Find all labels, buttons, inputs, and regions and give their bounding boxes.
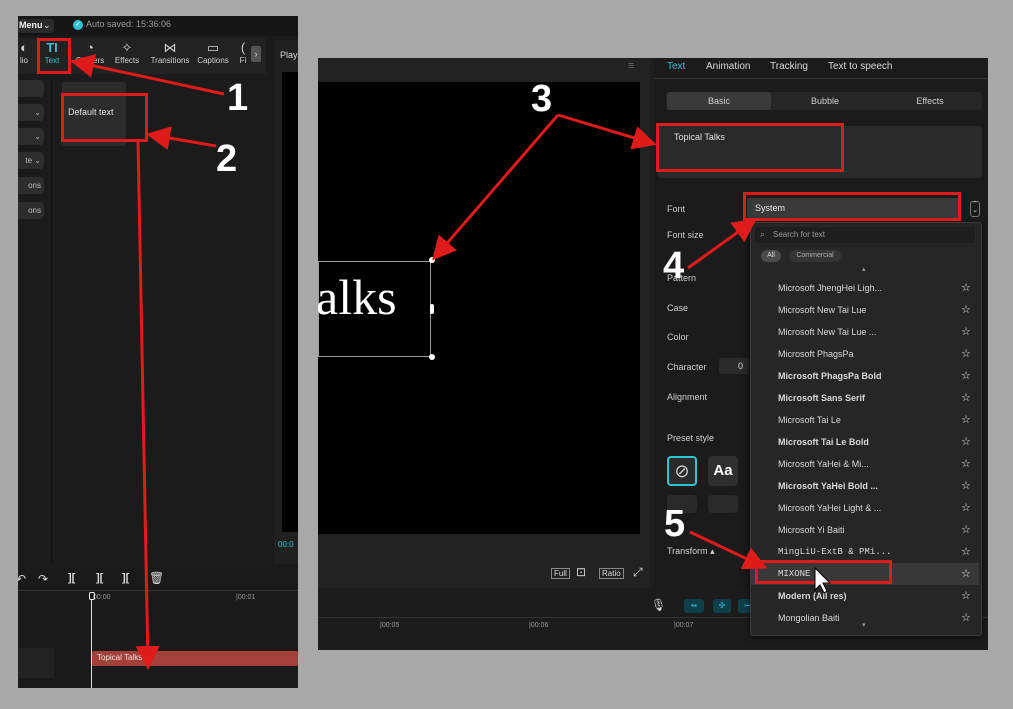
arrow-1 — [70, 54, 225, 96]
arrow-5 — [689, 530, 768, 570]
annotation-arrows — [70, 54, 832, 670]
annotation-1: 1 — [227, 77, 249, 119]
arrow-2 — [146, 126, 217, 150]
mouse-cursor-icon — [814, 566, 832, 594]
arrow-3a — [432, 114, 560, 261]
arrow-clip — [135, 139, 160, 670]
arrow-4 — [687, 218, 757, 270]
arrow-3b — [557, 113, 657, 150]
annotation-3: 3 — [531, 78, 553, 120]
annotation-5: 5 — [664, 503, 686, 545]
annotation-2: 2 — [216, 138, 238, 180]
annotation-4: 4 — [663, 245, 685, 287]
